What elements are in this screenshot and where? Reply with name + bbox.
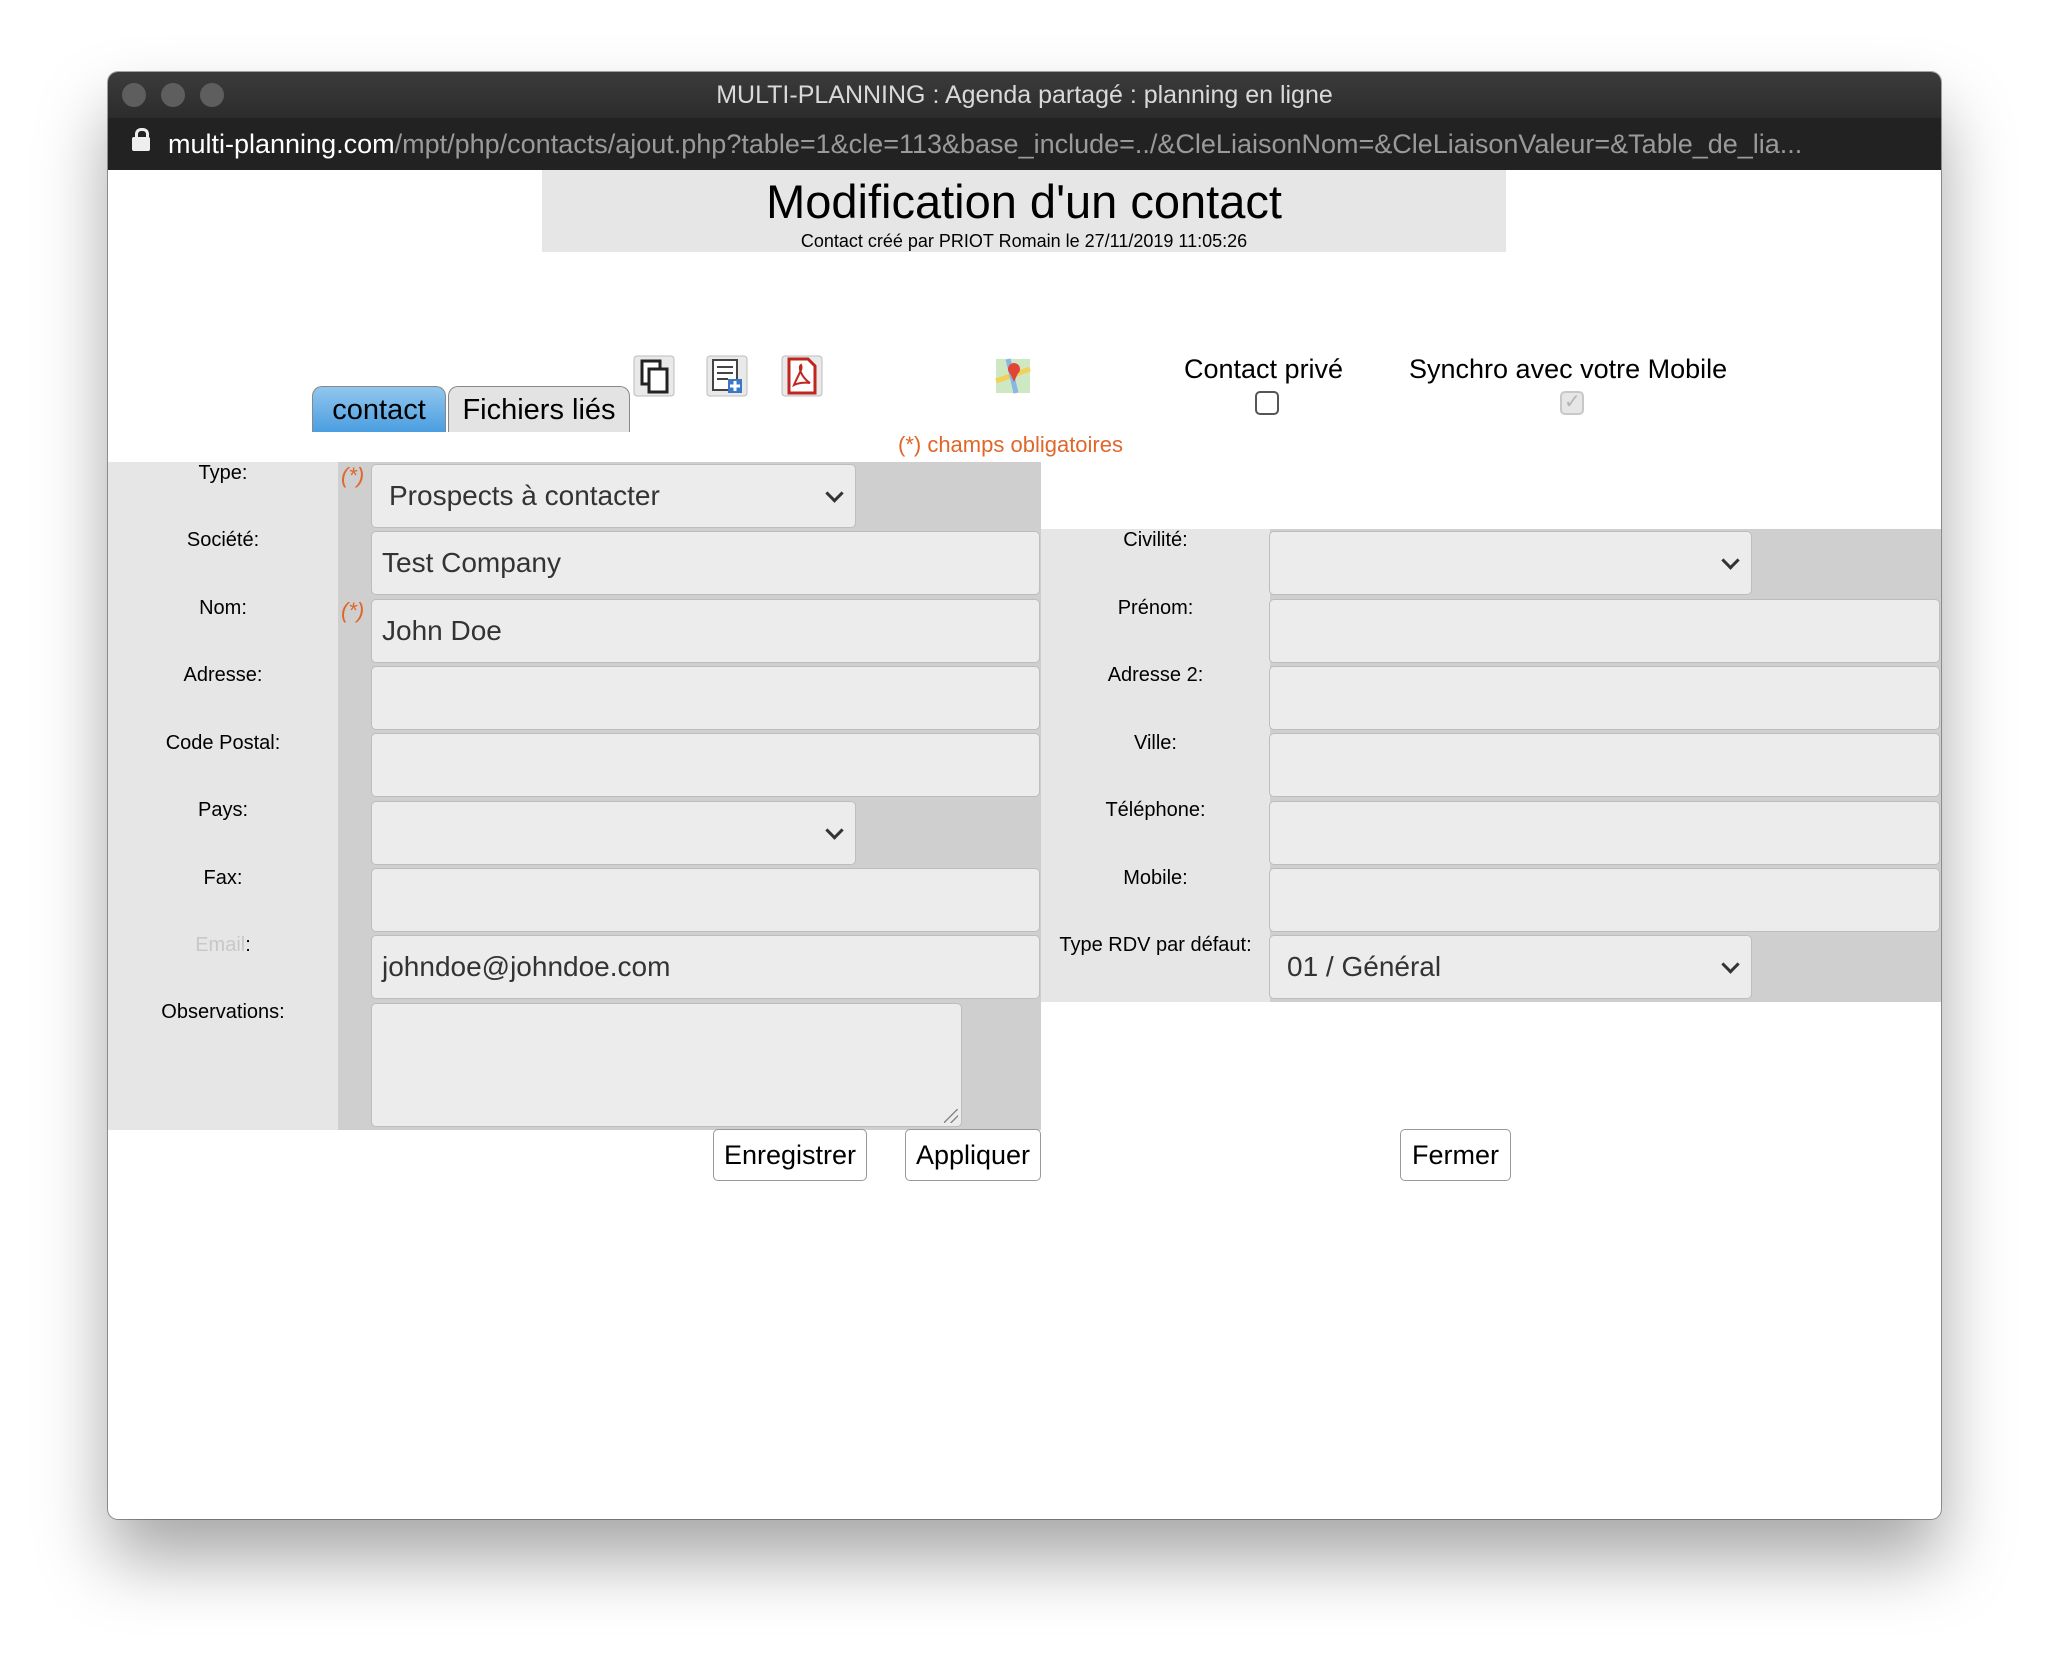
adresse2-input[interactable] — [1269, 666, 1940, 730]
email-input[interactable]: johndoe@johndoe.com — [371, 935, 1040, 999]
window-title: MULTI-PLANNING : Agenda partagé : planni… — [716, 81, 1333, 109]
apply-button[interactable]: Appliquer — [905, 1129, 1041, 1181]
required-fields-note: (*) champs obligatoires — [898, 432, 1123, 457]
mobile-sync-checkbox[interactable] — [1560, 389, 1584, 415]
adresse-label: Adresse: — [183, 664, 263, 686]
copy-icon[interactable] — [633, 355, 675, 397]
left-label-column — [108, 462, 338, 1130]
pays-label: Pays: — [197, 799, 249, 821]
pdf-icon[interactable] — [781, 355, 823, 397]
email-label-suffix: : — [245, 934, 251, 956]
close-button[interactable]: Fermer — [1400, 1129, 1511, 1181]
civilite-label: Civilité: — [1123, 529, 1188, 551]
civilite-select[interactable] — [1269, 531, 1752, 595]
type-rdv-select[interactable]: 01 / Général — [1269, 935, 1752, 999]
type-select[interactable]: Prospects à contacter — [371, 464, 856, 528]
pays-select[interactable] — [371, 801, 856, 865]
url-bar[interactable]: multi-planning.com/mpt/php/contacts/ajou… — [108, 118, 1941, 170]
email-link[interactable]: Email — [195, 934, 245, 956]
add-note-icon[interactable] — [706, 355, 748, 397]
maximize-window-icon[interactable] — [200, 83, 224, 107]
type-required-marker: (*) — [341, 463, 365, 488]
fax-label: Fax: — [203, 867, 243, 889]
societe-input[interactable]: Test Company — [371, 531, 1040, 595]
fax-input[interactable] — [371, 868, 1040, 932]
telephone-input[interactable] — [1269, 801, 1940, 865]
mobile-label: Mobile: — [1123, 867, 1188, 889]
close-window-icon[interactable] — [122, 83, 146, 107]
email-label: Email: — [108, 934, 338, 957]
chevron-down-icon — [1721, 955, 1740, 974]
observations-textarea[interactable] — [371, 1003, 962, 1127]
page-header: Modification d'un contact Contact créé p… — [542, 170, 1506, 252]
mobile-sync-label: Synchro avec votre Mobile — [1409, 354, 1728, 384]
page-content: Modification d'un contact Contact créé p… — [108, 170, 1941, 1519]
private-contact-checkbox[interactable] — [1255, 391, 1279, 415]
chevron-down-icon — [825, 821, 844, 840]
type-label: Type: — [198, 462, 248, 484]
ville-input[interactable] — [1269, 733, 1940, 797]
type-rdv-label: Type RDV par défaut: — [1059, 934, 1252, 956]
minimize-window-icon[interactable] — [161, 83, 185, 107]
adresse-input[interactable] — [371, 666, 1040, 730]
type-rdv-select-value: 01 / Général — [1287, 951, 1442, 982]
code-postal-input[interactable] — [371, 733, 1040, 797]
adresse2-label: Adresse 2: — [1107, 664, 1204, 686]
save-button[interactable]: Enregistrer — [713, 1129, 867, 1181]
chevron-down-icon — [825, 484, 844, 503]
observations-label: Observations: — [161, 1001, 285, 1023]
nom-label: Nom: — [199, 597, 247, 619]
lock-icon — [132, 127, 150, 151]
code-postal-label: Code Postal: — [165, 732, 281, 754]
tab-contact[interactable]: contact — [312, 386, 446, 432]
mobile-input[interactable] — [1269, 868, 1940, 932]
societe-label: Société: — [186, 529, 260, 551]
map-icon[interactable] — [992, 355, 1034, 397]
page-subtitle: Contact créé par PRIOT Romain le 27/11/2… — [800, 231, 1248, 251]
prenom-label: Prénom: — [1117, 597, 1194, 619]
url-path: /mpt/php/contacts/ajout.php?table=1&cle=… — [394, 129, 1803, 159]
tab-fichiers-lies[interactable]: Fichiers liés — [448, 386, 630, 432]
nom-required-marker: (*) — [341, 598, 365, 623]
ville-label: Ville: — [1134, 732, 1177, 754]
private-contact-label: Contact privé — [1184, 354, 1344, 384]
title-bar: MULTI-PLANNING : Agenda partagé : planni… — [108, 72, 1941, 118]
page-title: Modification d'un contact — [766, 175, 1282, 228]
type-select-value: Prospects à contacter — [389, 480, 660, 511]
prenom-input[interactable] — [1269, 599, 1940, 663]
browser-window: MULTI-PLANNING : Agenda partagé : planni… — [108, 72, 1941, 1519]
nom-input[interactable]: John Doe — [371, 599, 1040, 663]
telephone-label: Téléphone: — [1105, 799, 1206, 821]
resize-grip-icon[interactable] — [944, 1109, 958, 1123]
url-domain: multi-planning.com — [168, 129, 395, 159]
chevron-down-icon — [1721, 551, 1740, 570]
